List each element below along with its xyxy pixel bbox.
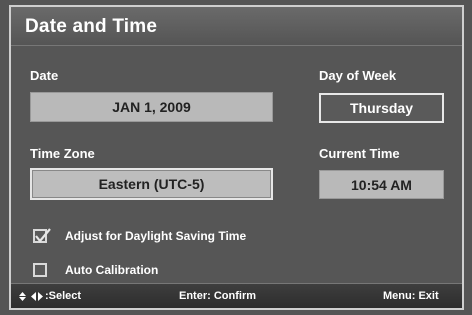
time-zone-label: Time Zone (30, 146, 95, 161)
footer-confirm-hint: Enter: Confirm (179, 290, 256, 302)
current-time-field[interactable]: 10:54 AM (319, 170, 444, 199)
date-time-dialog: Date and Time Date JAN 1, 2009 Day of We… (9, 5, 464, 310)
time-zone-field[interactable]: Eastern (UTC-5) (30, 168, 273, 200)
footer-select-hint: :Select (19, 290, 81, 302)
date-label: Date (30, 68, 59, 83)
dialog-title: Date and Time (25, 16, 158, 37)
daylight-saving-option[interactable]: Adjust for Daylight Saving Time (33, 228, 247, 243)
date-field[interactable]: JAN 1, 2009 (30, 92, 273, 122)
auto-calibration-checkbox[interactable] (33, 263, 47, 277)
tv-screen: Date and Time Date JAN 1, 2009 Day of We… (0, 0, 472, 315)
daylight-saving-checkbox[interactable] (33, 228, 51, 243)
current-time-label: Current Time (319, 146, 400, 161)
auto-calibration-option[interactable]: Auto Calibration (33, 263, 158, 277)
daylight-saving-label: Adjust for Daylight Saving Time (65, 229, 247, 243)
day-of-week-field[interactable]: Thursday (319, 93, 444, 123)
footer-exit-hint: Menu: Exit (383, 290, 439, 302)
day-of-week-label: Day of Week (319, 68, 397, 83)
navigation-arrows-icon (19, 291, 43, 301)
checkmark-icon (35, 228, 51, 243)
auto-calibration-label: Auto Calibration (65, 263, 159, 277)
footer-bar: :Select Enter: Confirm Menu: Exit (11, 283, 462, 308)
footer-select-label: :Select (45, 290, 82, 302)
title-bar: Date and Time (11, 7, 462, 46)
